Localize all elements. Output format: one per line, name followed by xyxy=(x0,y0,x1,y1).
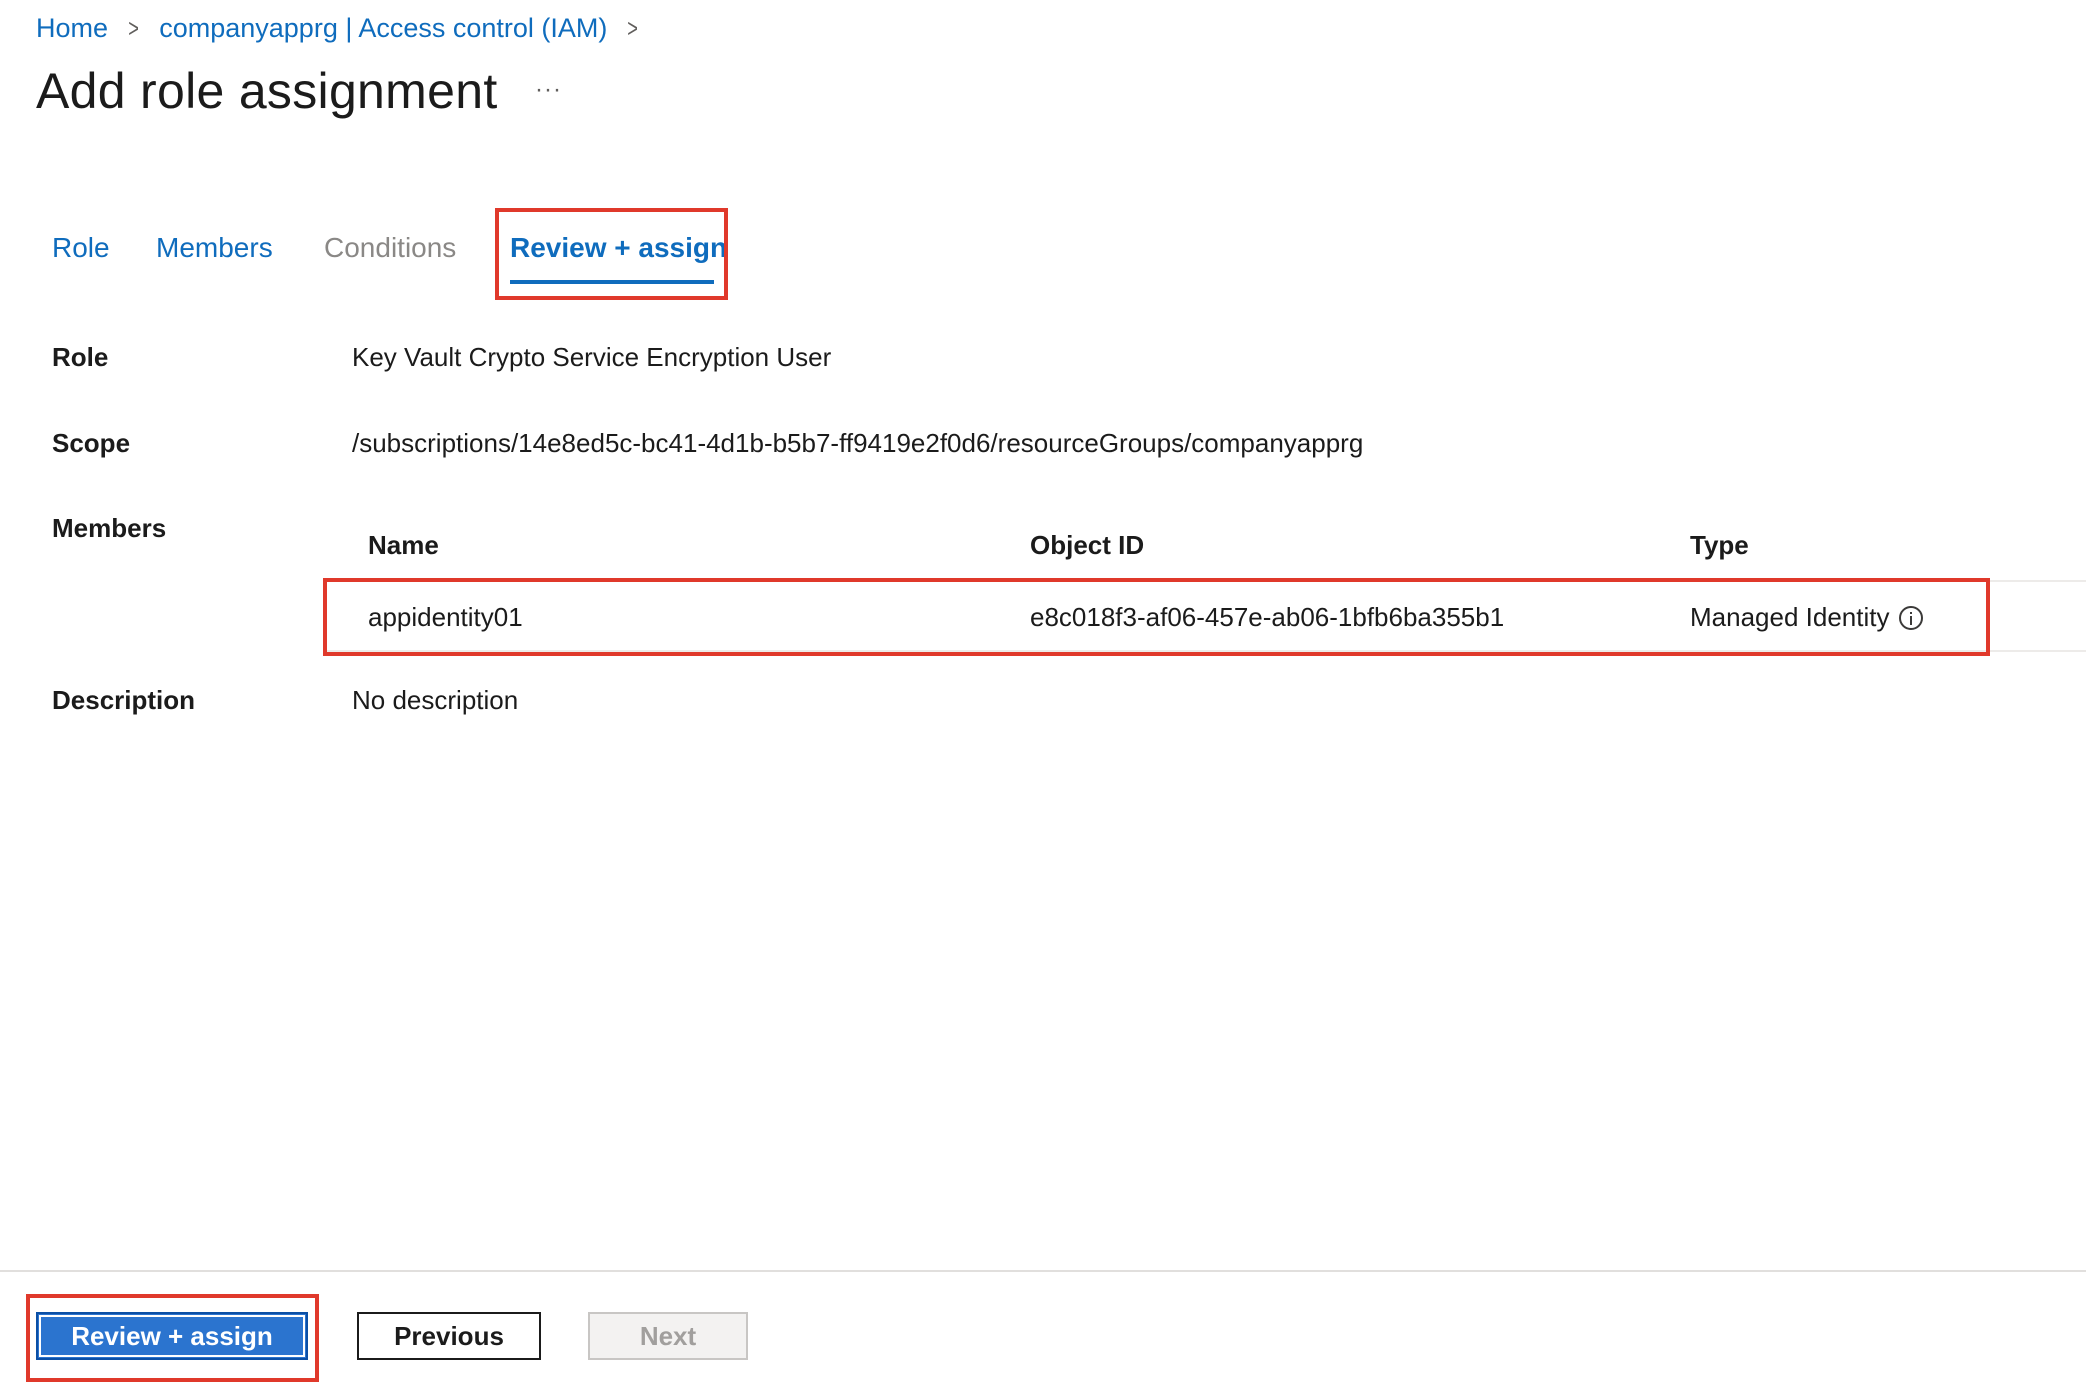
description-label: Description xyxy=(52,685,196,715)
table-divider xyxy=(326,580,2086,582)
role-label: Role xyxy=(52,342,109,372)
table-divider xyxy=(326,650,2086,652)
tab-members[interactable]: Members xyxy=(156,232,273,264)
breadcrumb-iam-link[interactable]: companyapprg | Access control (IAM) xyxy=(159,13,607,44)
breadcrumb: Home > companyapprg | Access control (IA… xyxy=(36,8,659,48)
column-header-name: Name xyxy=(368,530,439,560)
next-button[interactable]: Next xyxy=(588,1312,748,1360)
column-header-type: Type xyxy=(1690,530,1749,560)
footer-bar xyxy=(0,1272,2086,1392)
review-assign-button[interactable]: Review + assign xyxy=(36,1312,308,1360)
chevron-right-icon: > xyxy=(128,12,139,43)
tab-role[interactable]: Role xyxy=(52,232,110,264)
member-object-id: e8c018f3-af06-457e-ab06-1bfb6ba355b1 xyxy=(1030,602,1505,632)
member-name: appidentity01 xyxy=(368,602,523,632)
tab-conditions[interactable]: Conditions xyxy=(324,232,456,264)
tab-review-assign[interactable]: Review + assign xyxy=(510,232,727,264)
info-icon[interactable] xyxy=(1899,605,1924,630)
members-label: Members xyxy=(52,513,167,543)
breadcrumb-home-link[interactable]: Home xyxy=(36,13,108,44)
role-value: Key Vault Crypto Service Encryption User xyxy=(352,342,832,372)
previous-button[interactable]: Previous xyxy=(357,1312,541,1360)
column-header-object-id: Object ID xyxy=(1030,530,1145,560)
scope-label: Scope xyxy=(52,428,131,458)
member-type-label: Managed Identity xyxy=(1690,602,1890,632)
tab-selected-indicator xyxy=(510,280,714,284)
description-value: No description xyxy=(352,685,519,715)
member-type: Managed Identity xyxy=(1690,602,1924,633)
page-title: Add role assignment xyxy=(36,63,498,119)
more-options-icon[interactable]: ··· xyxy=(535,76,565,106)
scope-value: /subscriptions/14e8ed5c-bc41-4d1b-b5b7-f… xyxy=(352,428,1364,458)
chevron-right-icon: > xyxy=(627,12,639,43)
page: Home > companyapprg | Access control (IA… xyxy=(0,0,2086,1392)
